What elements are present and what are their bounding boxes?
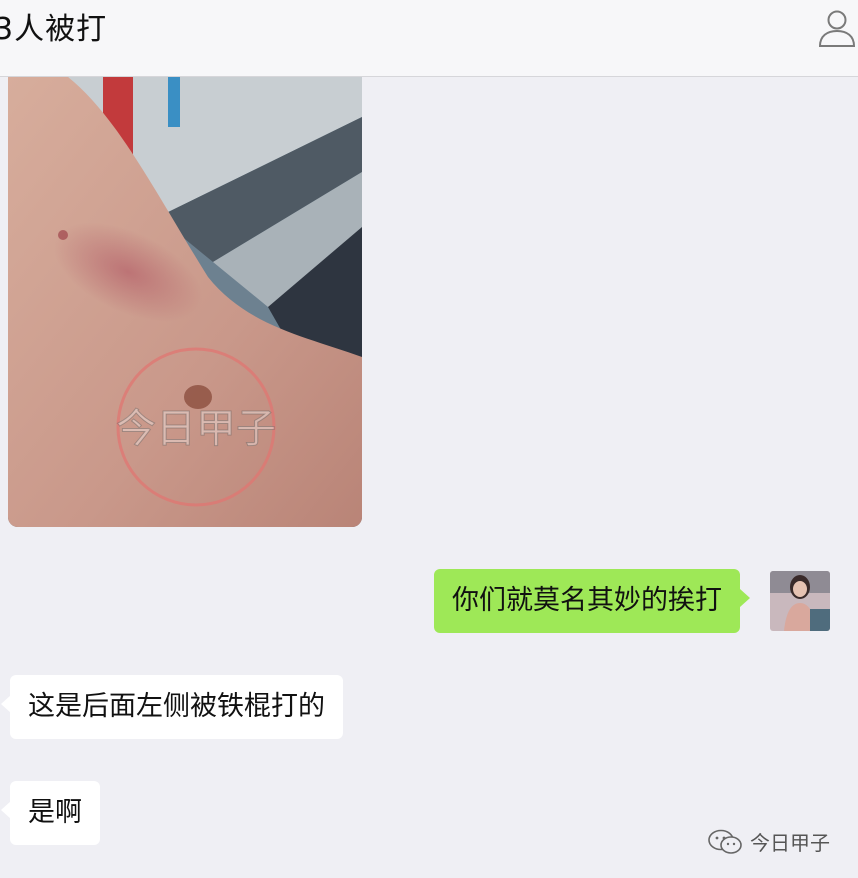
wechat-icon xyxy=(708,829,742,854)
avatar[interactable] xyxy=(770,571,830,631)
photo-watermark-text: 今日甲子 xyxy=(116,406,276,452)
chat-info-button[interactable] xyxy=(816,6,858,48)
message-text: 你们就莫名其妙的挨打 xyxy=(452,585,722,616)
message-text: 是啊 xyxy=(28,797,82,828)
watermark: 今日甲子 xyxy=(708,827,830,856)
message-bubble-incoming[interactable]: 这是后面左侧被铁棍打的 xyxy=(1,675,343,739)
person-outline-icon xyxy=(818,10,856,47)
message-bubble-outgoing[interactable]: 你们就莫名其妙的挨打 xyxy=(434,569,750,633)
chat-header: 3人被打 xyxy=(0,0,858,77)
image-message[interactable]: 今日甲子 xyxy=(8,77,362,527)
watermark-text: 今日甲子 xyxy=(750,831,830,855)
message-bubble-incoming[interactable]: 是啊 xyxy=(1,781,100,845)
chat-area[interactable]: 今日甲子 你们就莫名其妙的挨打 这是后面左侧被铁棍打的 是啊 今日甲子 xyxy=(0,77,858,878)
chat-title: 3人被打 xyxy=(0,12,108,47)
message-text: 这是后面左侧被铁棍打的 xyxy=(28,691,325,722)
